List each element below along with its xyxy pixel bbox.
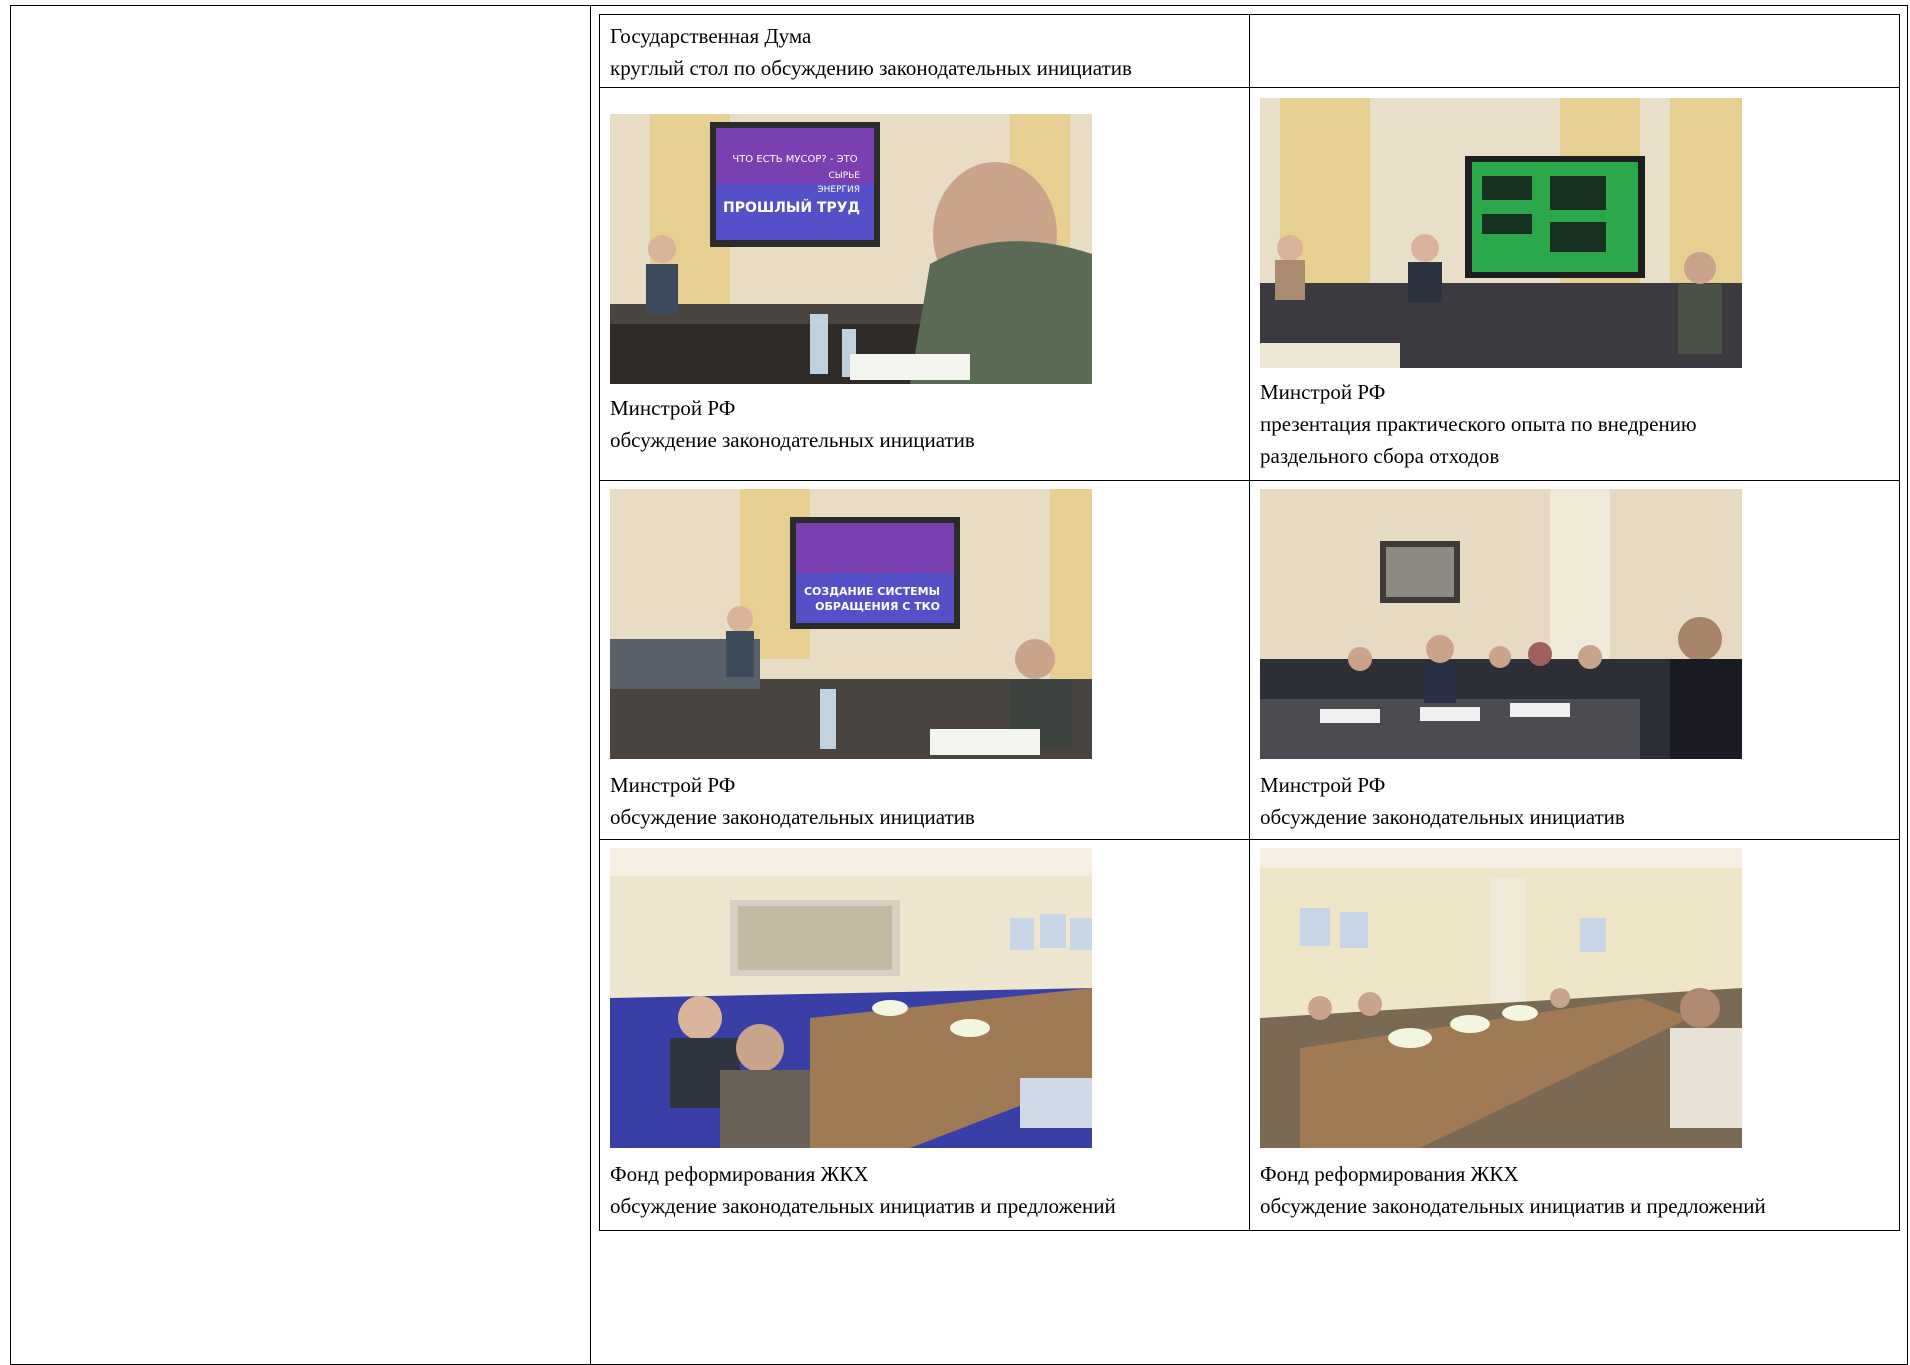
- table-cell: Минстрой РФ презентация практического оп…: [1249, 87, 1900, 481]
- caption-description: обсуждение законодательных инициатив: [610, 428, 975, 452]
- meeting-photo: [1260, 98, 1742, 368]
- caption-description: обсуждение законодательных инициатив и п…: [1260, 1194, 1766, 1218]
- caption-organization: Минстрой РФ: [1260, 773, 1386, 797]
- screen-text: СЫРЬЕ: [828, 171, 860, 181]
- table-cell-empty: [1249, 14, 1900, 88]
- meeting-photo: [610, 848, 1092, 1148]
- caption-organization: Минстрой РФ: [1260, 380, 1386, 404]
- caption-description: круглый стол по обсуждению законодательн…: [610, 56, 1132, 80]
- document-column-divider: [590, 5, 591, 1365]
- table-row: Фонд реформирования ЖКХ обсуждение закон…: [599, 839, 1900, 1231]
- photo-report-table: Государственная Дума круглый стол по обс…: [599, 14, 1900, 1231]
- caption-description: раздельного сбора отходов: [1260, 444, 1500, 468]
- meeting-photo: [1260, 489, 1742, 759]
- screen-text: ЧТО ЕСТЬ МУСОР? - ЭТО: [732, 154, 857, 165]
- table-cell: Государственная Дума круглый стол по обс…: [599, 14, 1250, 88]
- table-cell: ЧТО ЕСТЬ МУСОР? - ЭТО СЫРЬЕ ЭНЕРГИЯ ПРОШ…: [599, 87, 1250, 481]
- table-cell: Фонд реформирования ЖКХ обсуждение закон…: [599, 839, 1250, 1231]
- meeting-photo: ЧТО ЕСТЬ МУСОР? - ЭТО СЫРЬЕ ЭНЕРГИЯ ПРОШ…: [610, 114, 1092, 384]
- table-cell: Минстрой РФ обсуждение законодательных и…: [1249, 480, 1900, 840]
- table-row: СОЗДАНИЕ СИСТЕМЫ ОБРАЩЕНИЯ С ТКО Минстро…: [599, 480, 1900, 840]
- caption-organization: Государственная Дума: [610, 24, 812, 48]
- screen-text: ОБРАЩЕНИЯ С ТКО: [815, 600, 940, 613]
- screen-text: ПРОШЛЫЙ ТРУД: [723, 199, 860, 216]
- meeting-photo: [1260, 848, 1742, 1148]
- caption-organization: Фонд реформирования ЖКХ: [610, 1162, 869, 1186]
- caption-description: презентация практического опыта по внедр…: [1260, 412, 1697, 436]
- caption-organization: Минстрой РФ: [610, 773, 736, 797]
- table-row: ЧТО ЕСТЬ МУСОР? - ЭТО СЫРЬЕ ЭНЕРГИЯ ПРОШ…: [599, 87, 1900, 481]
- screen-text: ЭНЕРГИЯ: [817, 185, 860, 195]
- table-row: Государственная Дума круглый стол по обс…: [599, 14, 1900, 88]
- caption-description: обсуждение законодательных инициатив и п…: [610, 1194, 1116, 1218]
- screen-text: СОЗДАНИЕ СИСТЕМЫ: [804, 585, 940, 598]
- table-cell: Фонд реформирования ЖКХ обсуждение закон…: [1249, 839, 1900, 1231]
- meeting-photo: СОЗДАНИЕ СИСТЕМЫ ОБРАЩЕНИЯ С ТКО: [610, 489, 1092, 759]
- caption-organization: Минстрой РФ: [610, 396, 736, 420]
- caption-description: обсуждение законодательных инициатив: [1260, 805, 1625, 829]
- caption-description: обсуждение законодательных инициатив: [610, 805, 975, 829]
- table-cell: СОЗДАНИЕ СИСТЕМЫ ОБРАЩЕНИЯ С ТКО Минстро…: [599, 480, 1250, 840]
- caption-organization: Фонд реформирования ЖКХ: [1260, 1162, 1519, 1186]
